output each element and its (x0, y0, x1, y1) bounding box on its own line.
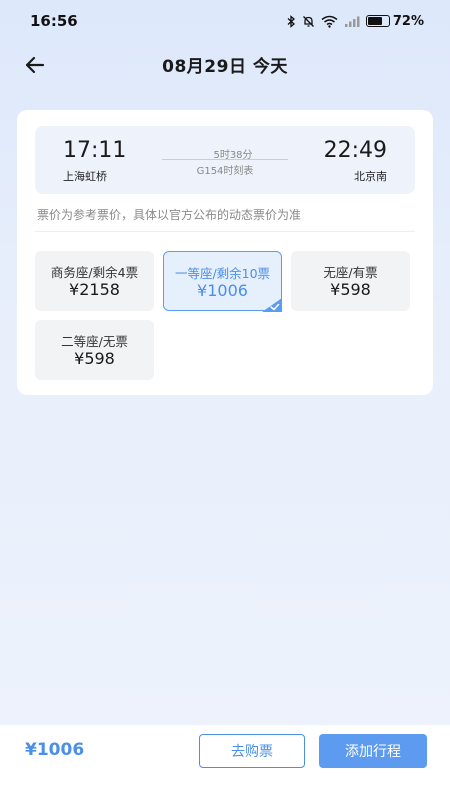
status-bar: 16:56 72% (0, 0, 450, 42)
divider (35, 231, 415, 232)
battery-percent: 72% (392, 13, 424, 29)
seat-option-no-seat[interactable]: 无座/有票 ¥598 (291, 251, 410, 311)
seat-option-first-class[interactable]: 一等座/剩余10票 ¥1006 (163, 251, 282, 312)
trip-summary: 17:11 上海虹桥 5时38分 G154时刻表 22:49 北京南 (35, 126, 415, 194)
seat-price: ¥598 (74, 349, 115, 368)
arrow-left-icon[interactable] (22, 52, 48, 78)
train-schedule-link[interactable]: G154时刻表 (162, 162, 288, 177)
seat-price: ¥598 (330, 280, 371, 299)
page-title: 08月29日 今天 (162, 56, 288, 77)
battery-icon: 72% (365, 13, 424, 29)
status-time: 16:56 (30, 12, 78, 30)
departure-station: 上海虹桥 (63, 170, 107, 183)
add-trip-button[interactable]: 添加行程 (319, 734, 427, 768)
wifi-icon (321, 15, 338, 28)
seat-option-business[interactable]: 商务座/剩余4票 ¥2158 (35, 251, 154, 311)
seat-name: 无座/有票 (323, 265, 378, 280)
status-icons: 72% (286, 14, 424, 29)
seat-price: ¥2158 (69, 280, 120, 299)
signal-icon (344, 15, 360, 28)
total-price: ¥1006 (25, 740, 85, 760)
departure-time: 17:11 (63, 138, 127, 163)
battery-fill (367, 17, 383, 25)
seat-selection-card: 17:11 上海虹桥 5时38分 G154时刻表 22:49 北京南 票价为参考… (17, 110, 433, 395)
seat-name: 商务座/剩余4票 (50, 265, 139, 280)
bottom-bar: ¥1006 去购票 添加行程 (0, 725, 450, 800)
mute-bell-icon (302, 15, 315, 28)
arrival-station: 北京南 (354, 170, 387, 183)
price-note: 票价为参考票价，具体以官方公布的动态票价为准 (37, 208, 302, 222)
bluetooth-icon (286, 14, 296, 28)
selected-check-icon (262, 297, 282, 312)
seat-name: 一等座/剩余10票 (174, 266, 271, 281)
trip-line (162, 159, 288, 160)
seat-name: 二等座/无票 (61, 334, 128, 349)
buy-ticket-button[interactable]: 去购票 (199, 734, 305, 768)
arrival-time: 22:49 (323, 138, 387, 163)
seat-option-second-class[interactable]: 二等座/无票 ¥598 (35, 320, 154, 380)
header: 08月29日 今天 (0, 44, 450, 84)
